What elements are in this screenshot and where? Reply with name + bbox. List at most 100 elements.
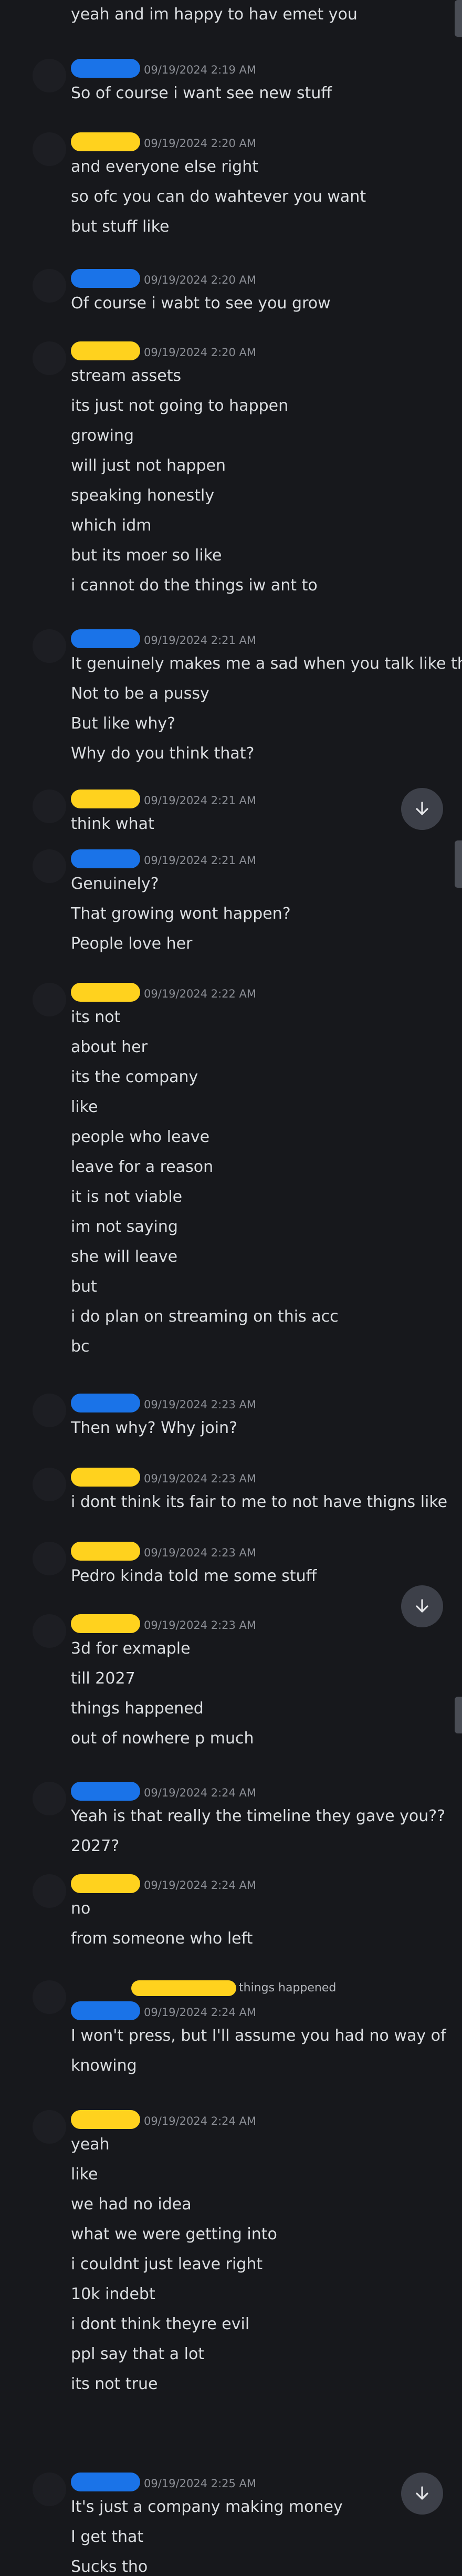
- reply-preview-text[interactable]: things happened: [239, 1981, 336, 1995]
- username-redaction: [71, 2001, 140, 2020]
- message-line: and everyone else right: [71, 158, 258, 176]
- username-redaction: [71, 983, 140, 1002]
- avatar[interactable]: [33, 1782, 66, 1815]
- message-line: 2027?: [71, 1837, 120, 1855]
- avatar[interactable]: [33, 1980, 66, 2014]
- username-redaction: [71, 849, 140, 868]
- reply-redaction: [131, 1980, 236, 1996]
- scrollbar-thumb[interactable]: [455, 0, 462, 37]
- timestamp: 09/19/2024 2:24 AM: [144, 2006, 257, 2019]
- arrow-down-icon: [416, 1599, 428, 1613]
- avatar[interactable]: [33, 2110, 66, 2144]
- avatar[interactable]: [33, 1614, 66, 1648]
- message-line: Not to be a pussy: [71, 684, 209, 703]
- avatar[interactable]: [33, 341, 66, 375]
- jump-to-present-button[interactable]: [401, 788, 443, 830]
- message-line: Then why? Why join?: [71, 1419, 238, 1437]
- avatar[interactable]: [33, 1874, 66, 1908]
- timestamp: 09/19/2024 2:24 AM: [144, 2115, 257, 2127]
- jump-to-present-button[interactable]: [401, 2473, 443, 2515]
- timestamp: 09/19/2024 2:20 AM: [144, 346, 257, 359]
- message-line: will just not happen: [71, 456, 226, 475]
- scrollbar-thumb[interactable]: [455, 1697, 462, 1733]
- username-redaction: [71, 132, 140, 151]
- username-redaction: [71, 1782, 140, 1801]
- message-line: leave for a reason: [71, 1158, 214, 1176]
- username-redaction: [71, 1468, 140, 1487]
- message-line: what we were getting into: [71, 2225, 277, 2243]
- message-line: Why do you think that?: [71, 744, 255, 763]
- avatar[interactable]: [33, 269, 66, 303]
- arrow-down-icon: [416, 802, 428, 815]
- message-line: I get that: [71, 2528, 144, 2546]
- message-line: about her: [71, 1038, 148, 1056]
- username-redaction: [71, 790, 140, 808]
- message-line: It genuinely makes me a sad when you tal…: [71, 655, 462, 673]
- avatar[interactable]: [33, 849, 66, 883]
- message-line: yeah and im happy to hav emet you: [71, 5, 358, 24]
- message-line: its not true: [71, 2375, 158, 2393]
- arrow-down-icon: [416, 2486, 428, 2500]
- avatar[interactable]: [33, 790, 66, 823]
- timestamp: 09/19/2024 2:24 AM: [144, 1879, 257, 1892]
- message-line: like: [71, 1098, 98, 1116]
- message-line: But like why?: [71, 714, 176, 733]
- message-line: That growing wont happen?: [71, 905, 291, 923]
- username-redaction: [71, 269, 140, 288]
- avatar[interactable]: [33, 629, 66, 663]
- message-line: so ofc you can do wahtever you want: [71, 188, 366, 206]
- message-line: like: [71, 2165, 98, 2184]
- message-line: out of nowhere p much: [71, 1729, 254, 1748]
- message-line: 3d for exmaple: [71, 1639, 191, 1658]
- jump-to-present-button[interactable]: [401, 1585, 443, 1627]
- chat-log: yeah and im happy to hav emet you 09/19/…: [0, 0, 462, 2576]
- avatar[interactable]: [33, 59, 66, 92]
- timestamp: 09/19/2024 2:20 AM: [144, 274, 257, 286]
- message-line: Genuinely?: [71, 875, 159, 893]
- message-line: but stuff like: [71, 217, 170, 236]
- avatar[interactable]: [33, 2473, 66, 2506]
- timestamp: 09/19/2024 2:24 AM: [144, 1786, 257, 1799]
- message-line: stream assets: [71, 367, 182, 385]
- timestamp: 09/19/2024 2:23 AM: [144, 1398, 257, 1411]
- timestamp: 09/19/2024 2:23 AM: [144, 1546, 257, 1559]
- avatar[interactable]: [33, 132, 66, 166]
- timestamp: 09/19/2024 2:23 AM: [144, 1619, 257, 1632]
- message-line: till 2027: [71, 1669, 135, 1688]
- message-line: I won't press, but I'll assume you had n…: [71, 2027, 446, 2045]
- message-line: Sucks tho: [71, 2558, 148, 2576]
- message-line: think what: [71, 815, 154, 833]
- avatar[interactable]: [33, 1394, 66, 1427]
- timestamp: 09/19/2024 2:22 AM: [144, 988, 257, 1000]
- message-line: which idm: [71, 516, 152, 535]
- avatar[interactable]: [33, 1468, 66, 1501]
- message-line: It's just a company making money: [71, 2498, 343, 2516]
- message-line: she will leave: [71, 1248, 178, 1266]
- timestamp: 09/19/2024 2:21 AM: [144, 854, 257, 867]
- timestamp: 09/19/2024 2:25 AM: [144, 2477, 257, 2490]
- message-line: it is not viable: [71, 1188, 183, 1206]
- timestamp: 09/19/2024 2:21 AM: [144, 634, 257, 647]
- username-redaction: [71, 1394, 140, 1412]
- message-line: i dont think theyre evil: [71, 2315, 250, 2333]
- message-line: but its moer so like: [71, 546, 222, 565]
- message-line: bc: [71, 1337, 90, 1356]
- message-line: Yeah is that really the timeline they ga…: [71, 1807, 446, 1825]
- message-line: growing: [71, 427, 134, 445]
- message-line: Of course i wabt to see you grow: [71, 294, 331, 313]
- avatar[interactable]: [33, 1542, 66, 1575]
- message-line: its not: [71, 1008, 121, 1026]
- message-line: i couldnt just leave right: [71, 2255, 263, 2273]
- username-redaction: [71, 2110, 140, 2129]
- avatar[interactable]: [33, 983, 66, 1016]
- timestamp: 09/19/2024 2:19 AM: [144, 64, 257, 76]
- scrollbar-thumb[interactable]: [455, 840, 462, 888]
- message-line: i cannot do the things iw ant to: [71, 576, 318, 595]
- username-redaction: [71, 341, 140, 360]
- username-redaction: [71, 1542, 140, 1561]
- message-line: things happened: [71, 1699, 204, 1718]
- username-redaction: [71, 59, 140, 78]
- message-line: i dont think its fair to me to not have …: [71, 1493, 448, 1511]
- username-redaction: [71, 629, 140, 648]
- message-line: 10k indebt: [71, 2285, 155, 2303]
